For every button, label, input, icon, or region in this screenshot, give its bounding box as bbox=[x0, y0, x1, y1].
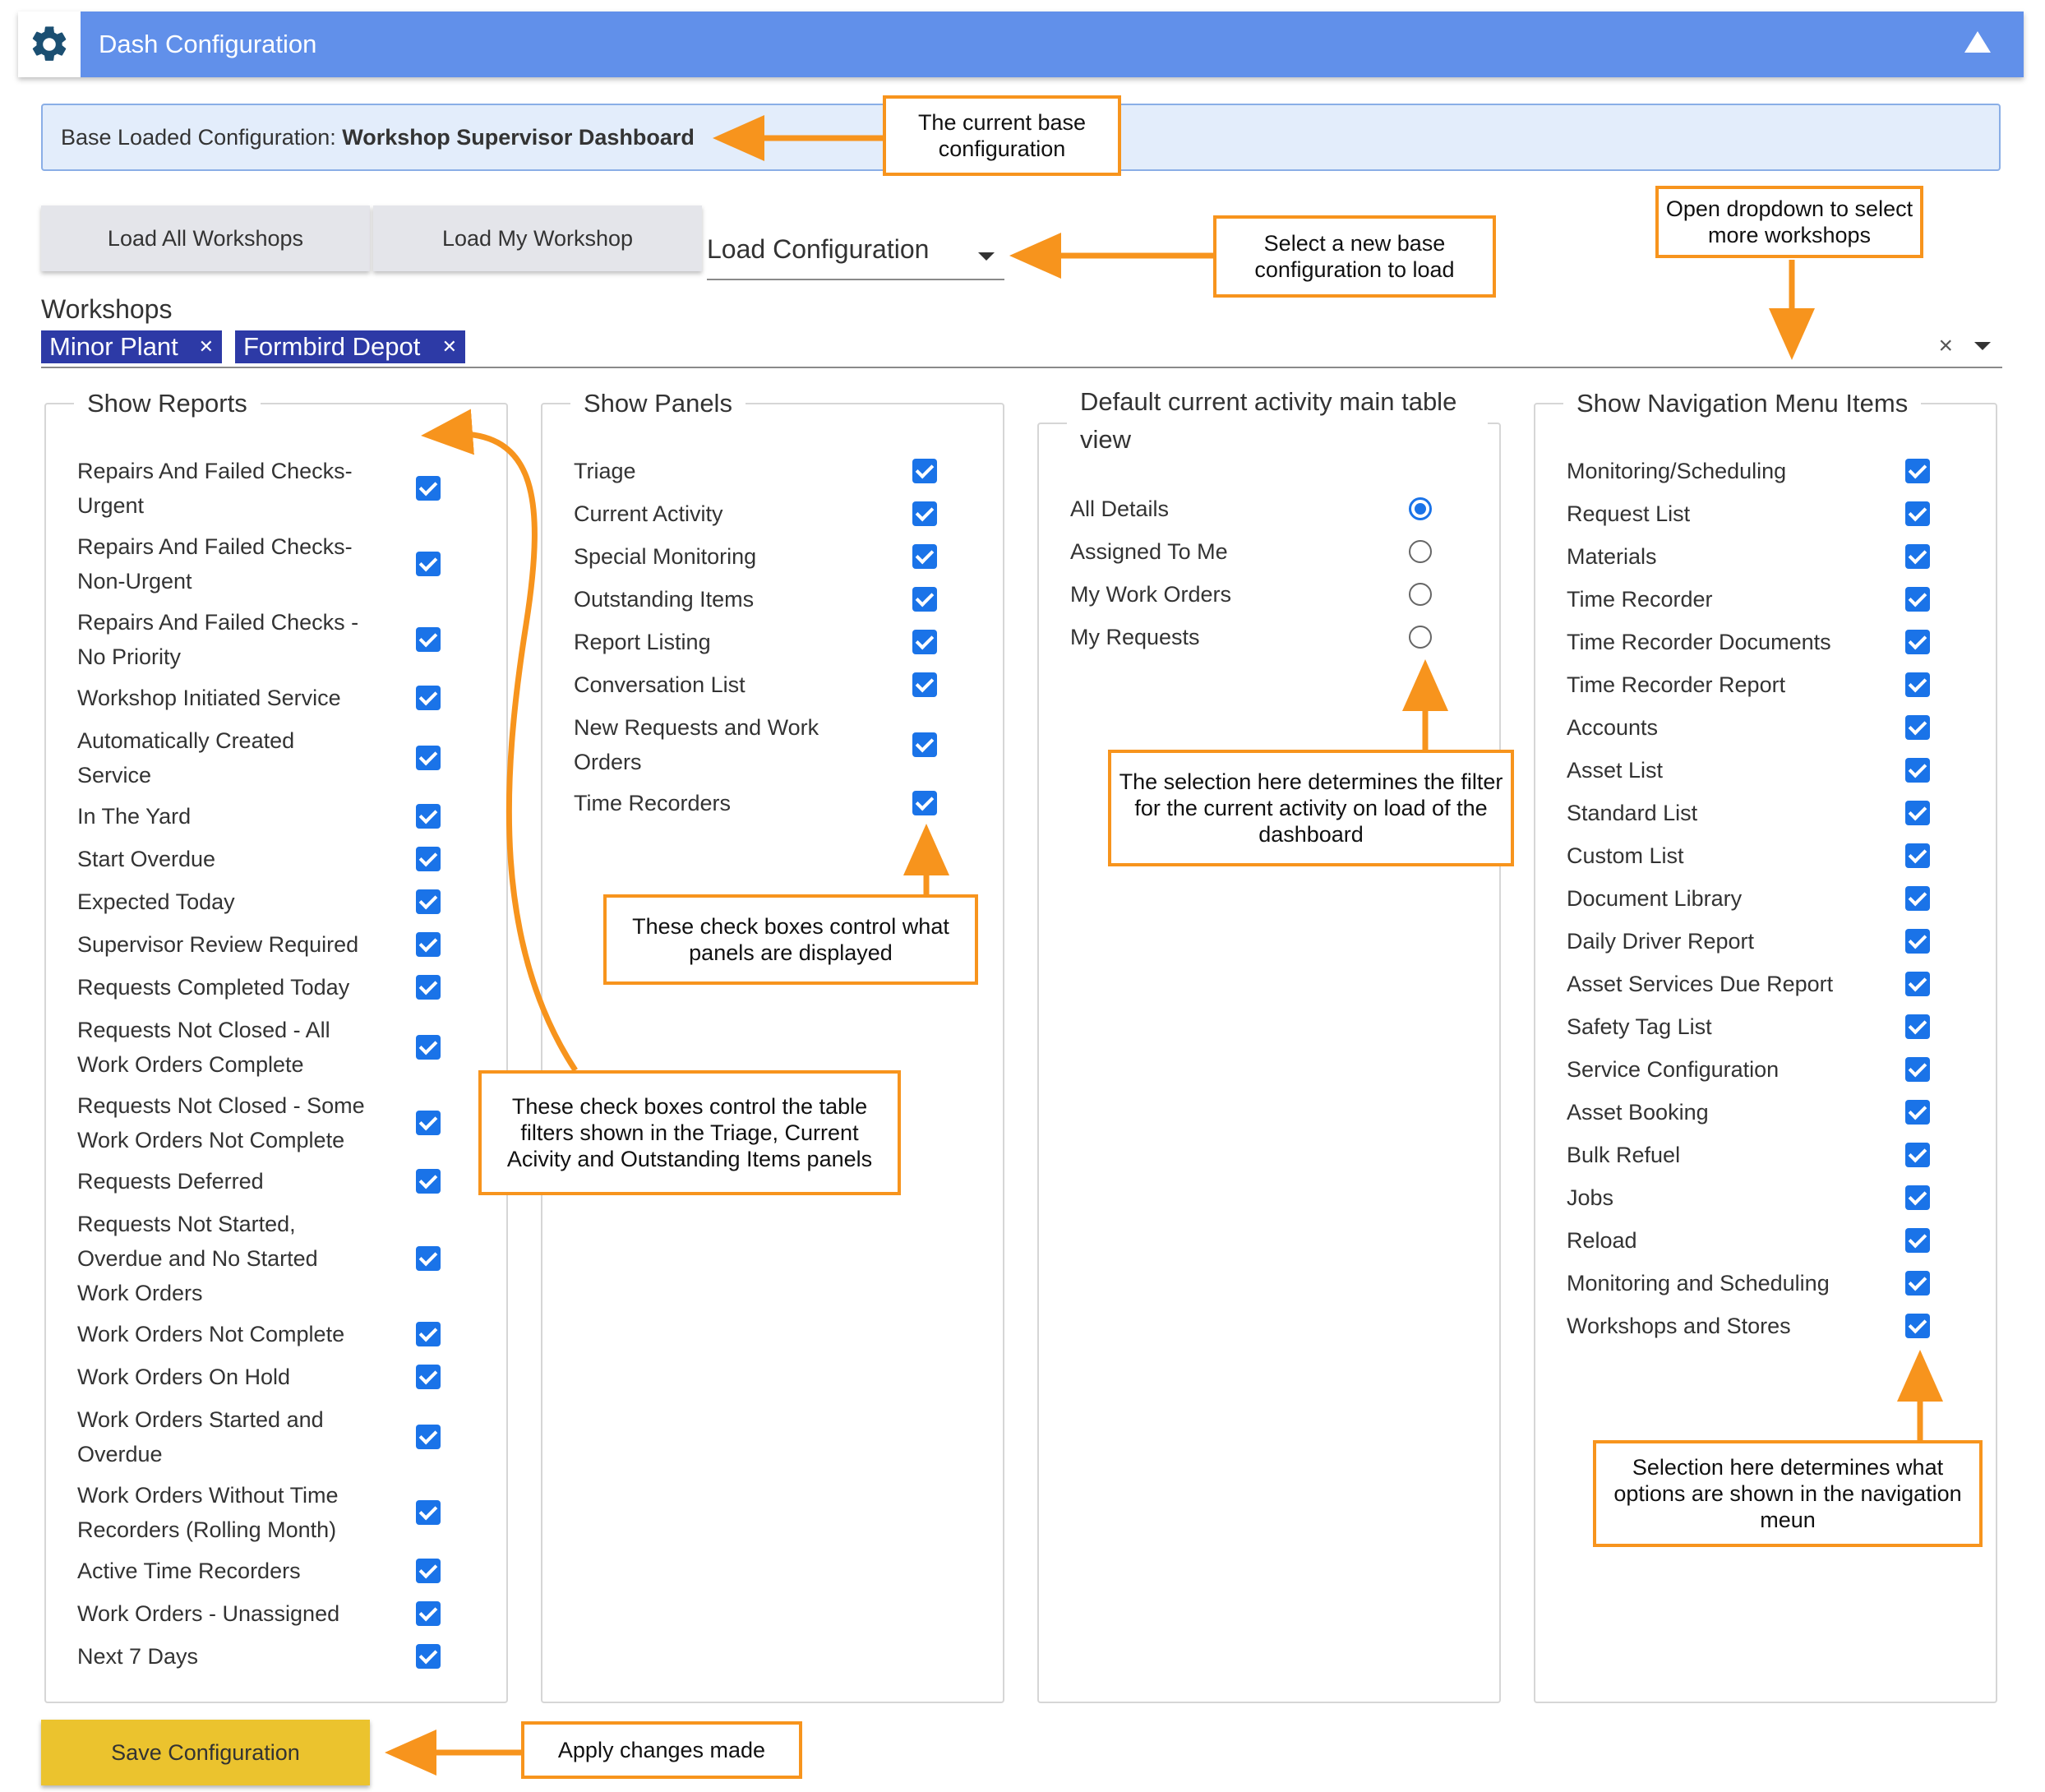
callout-default-view: The selection here determines the filter… bbox=[1108, 750, 1514, 866]
callout-nav: Selection here determines what options a… bbox=[1593, 1440, 1983, 1547]
callout-base-config: The current base configuration bbox=[883, 95, 1121, 176]
arrow-line bbox=[421, 409, 578, 1072]
callout-reports: These check boxes control the table filt… bbox=[478, 1070, 901, 1195]
callout-panels: These check boxes control what panels ar… bbox=[603, 894, 978, 985]
callout-save: Apply changes made bbox=[521, 1721, 802, 1779]
callout-workshops-dropdown: Open dropdown to select more workshops bbox=[1655, 186, 1923, 258]
callout-load-config: Select a new base configuration to load bbox=[1213, 215, 1496, 298]
